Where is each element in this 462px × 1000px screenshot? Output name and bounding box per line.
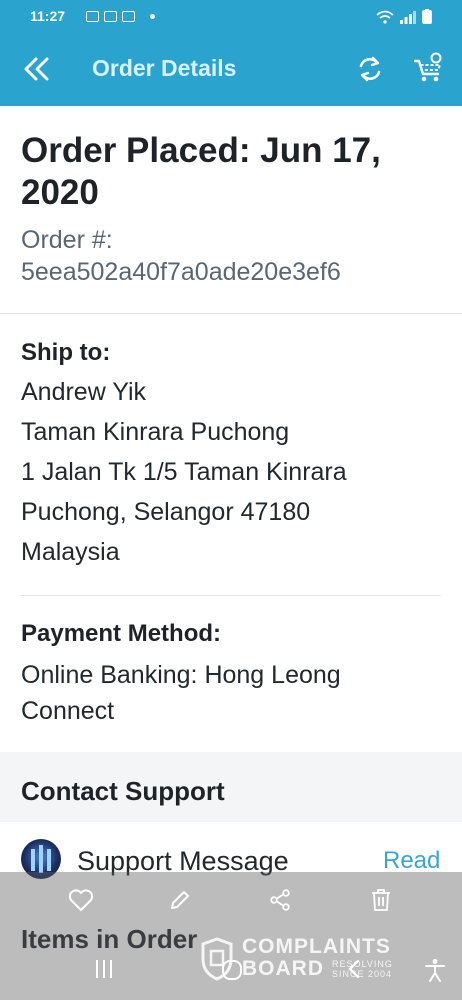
- watermark-line2: BOARD: [242, 957, 324, 980]
- recent-apps-icon[interactable]: [94, 958, 114, 985]
- home-icon[interactable]: [220, 958, 244, 987]
- status-bar: 11:27: [0, 0, 462, 34]
- status-right-icons: [376, 9, 432, 24]
- payment-method-value: Online Banking: Hong Leong: [21, 661, 341, 689]
- address-line: 1 Jalan Tk 1/5 Taman Kinrara: [21, 458, 347, 486]
- order-header: Order Placed: Jun 17, 2020 Order #: 5eea…: [0, 130, 462, 288]
- order-number-label: Order #:: [21, 226, 113, 254]
- ship-to-label: Ship to:: [21, 339, 111, 366]
- divider: [0, 313, 462, 314]
- order-number-value: 5eea502a40f7a0ade20e3ef6: [21, 258, 341, 286]
- shipping-section: Ship to: Andrew Yik Taman Kinrara Puchon…: [0, 338, 462, 572]
- notification-icon: [104, 11, 117, 22]
- payment-method-label: Payment Method:: [21, 620, 222, 647]
- gallery-icon: [86, 11, 99, 22]
- status-time: 11:27: [30, 8, 66, 24]
- back-icon[interactable]: [344, 958, 364, 985]
- cart-icon[interactable]: [413, 52, 444, 89]
- contact-support-header: Contact Support: [0, 752, 462, 822]
- refresh-icon[interactable]: [356, 54, 384, 89]
- app-bar: Order Details: [0, 34, 462, 106]
- trash-icon[interactable]: [370, 888, 392, 917]
- divider: [21, 595, 441, 596]
- payment-section: Payment Method: Online Banking: Hong Leo…: [0, 619, 462, 729]
- pencil-icon[interactable]: [168, 888, 192, 917]
- address-line: Andrew Yik: [21, 378, 147, 406]
- double-chevron-left-icon[interactable]: [22, 56, 52, 87]
- address-line: Taman Kinrara Puchong: [21, 418, 290, 446]
- heart-icon[interactable]: [68, 888, 94, 917]
- address-line: Puchong, Selangor 47180: [21, 498, 311, 526]
- notification-dot-icon: [150, 14, 155, 19]
- signal-icon: [400, 11, 416, 24]
- battery-icon: [422, 9, 432, 24]
- image-icon: [122, 11, 135, 22]
- share-icon[interactable]: [268, 888, 292, 917]
- page-title: Order Details: [92, 55, 237, 81]
- wifi-icon: [376, 10, 394, 24]
- address-line: Malaysia: [21, 538, 120, 566]
- accessibility-icon[interactable]: [424, 958, 446, 987]
- contact-support-label: Contact Support: [21, 776, 225, 806]
- order-placed-title: Order Placed: Jun 17, 2020: [21, 131, 381, 212]
- order-number: Order #: 5eea502a40f7a0ade20e3ef6: [21, 224, 441, 288]
- watermark-line1: COMPLAINTS: [242, 935, 391, 958]
- read-link[interactable]: Read: [383, 847, 440, 875]
- payment-method-value: Connect: [21, 697, 115, 725]
